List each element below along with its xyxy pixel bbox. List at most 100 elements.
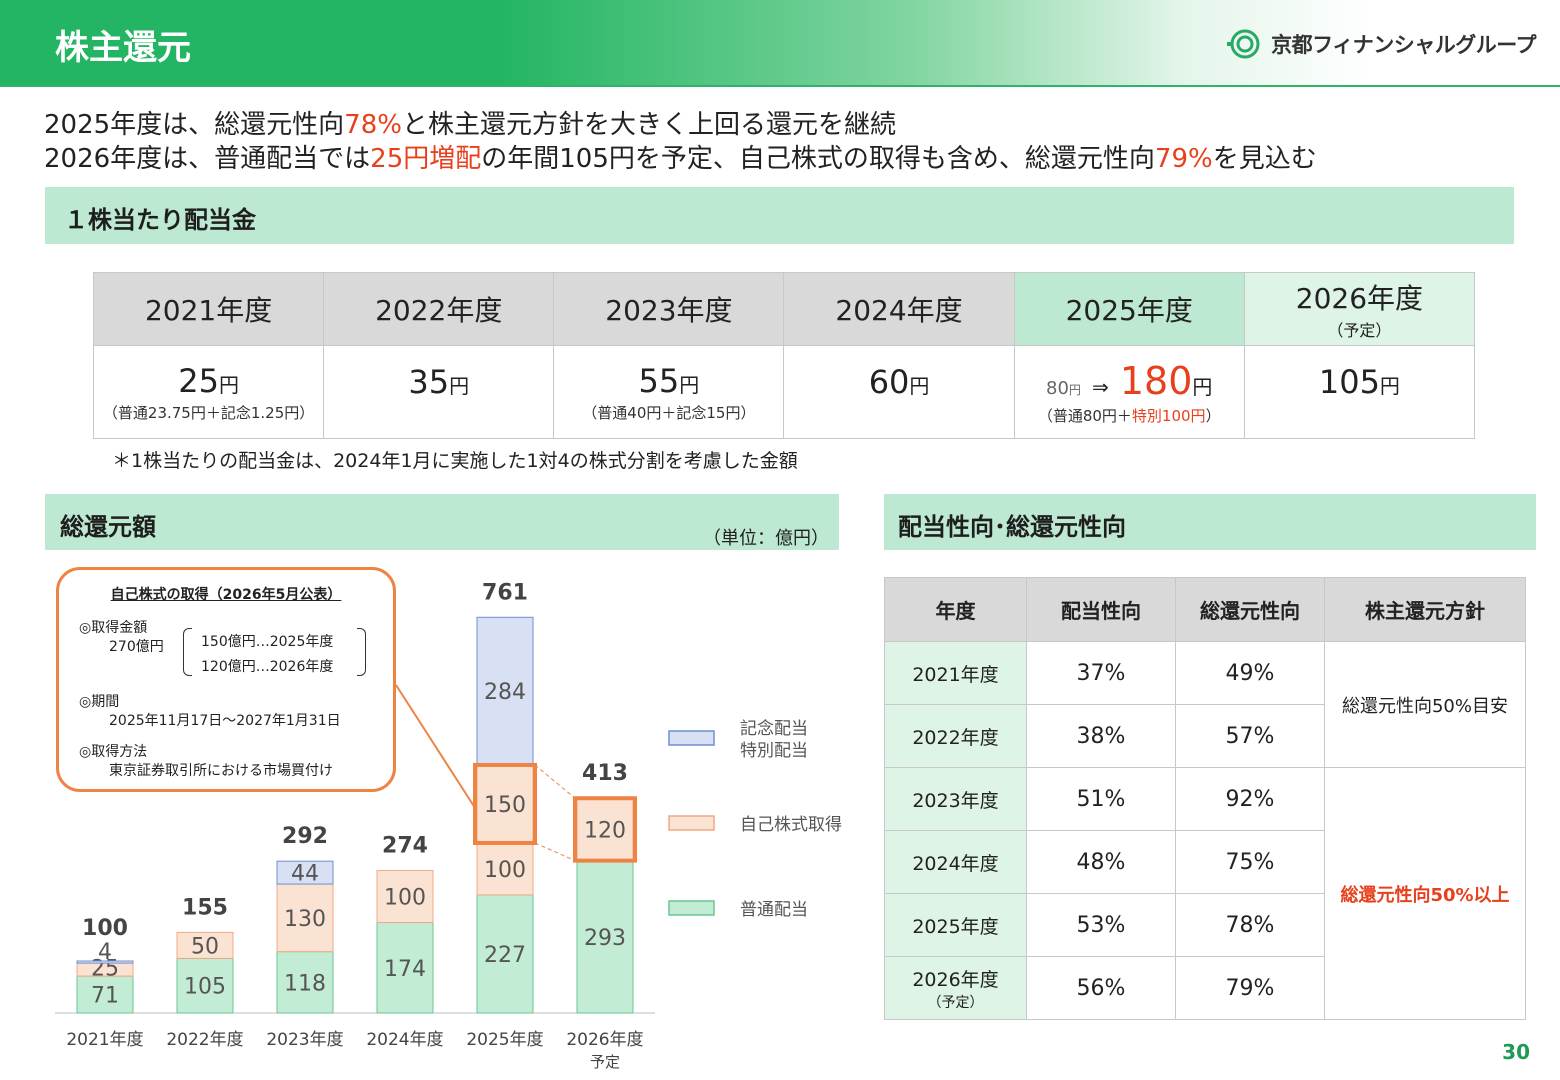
legend-label: 自己株式取得 <box>740 815 842 835</box>
callout-amount-total: 270億円 <box>109 639 164 655</box>
bar-segment-label: 105 <box>184 975 226 1000</box>
lead-line-1: 2025年度は、総還元性向78%と株主還元方針を大きく上回る還元を継続 <box>44 110 896 140</box>
bar-total-label: 761 <box>482 580 528 605</box>
bar-segment-label: 150 <box>484 793 526 818</box>
bar-total-label: 292 <box>282 824 328 849</box>
dividend-cell-2023: 55円 （普通40円＋記念15円） <box>553 345 785 439</box>
callout-amount-label: ◎取得金額 <box>79 620 148 636</box>
ratio-policy-target: 総還元性向50%目安 <box>1324 641 1526 768</box>
category-label: 2023年度 <box>266 1030 343 1050</box>
bar-total-label: 155 <box>182 895 228 920</box>
ratio-header-year: 年度 <box>884 577 1027 642</box>
header-divider <box>0 85 1560 87</box>
table-row: 2021年度 37% 49% 総還元性向50%目安 <box>884 641 1526 768</box>
dividend-cell-2022: 35円 <box>323 345 555 439</box>
bar-segment-label: 100 <box>384 886 426 911</box>
dividend-section-title: １株当たり配当金 <box>64 206 256 234</box>
ratio-total: 75% <box>1175 830 1325 894</box>
bar-segment-label: 71 <box>91 984 119 1009</box>
ratio-year: 2024年度 <box>884 830 1027 894</box>
callout-title: 自己株式の取得（2026年5月公表） <box>110 587 342 603</box>
bar-segment-label: 118 <box>284 971 326 996</box>
page-title: 株主還元 <box>55 28 191 68</box>
total-return-unit: （単位：億円） <box>703 528 829 549</box>
buyback-callout: 自己株式の取得（2026年5月公表） ◎取得金額 270億円 150億円…202… <box>56 567 396 792</box>
callout-bracket-left <box>183 628 192 676</box>
callout-period-value: 2025年11月17日～2027年1月31日 <box>109 713 341 729</box>
ratio-year: 2025年度 <box>884 893 1027 957</box>
ratio-policy-min: 総還元性向50%以上 <box>1324 767 1526 1020</box>
legend-swatch <box>668 815 715 831</box>
dividend-cell-2026: 105円 <box>1243 345 1476 439</box>
bar-segment-label: 50 <box>191 934 219 959</box>
ratio-total: 79% <box>1175 956 1325 1020</box>
legend-label: 記念配当 <box>740 718 808 739</box>
dividend-year-2026: 2026年度 （予定） <box>1243 272 1476 346</box>
dividend-cell-2024: 60円 <box>783 345 1015 439</box>
dashed-connector <box>534 842 576 862</box>
bar-total-label: 100 <box>82 916 128 941</box>
bar-segment-label: 293 <box>584 926 626 951</box>
dashed-connector <box>534 764 576 799</box>
callout-period-label: ◎期間 <box>79 694 120 710</box>
ratio-total: 49% <box>1175 641 1325 705</box>
dividend-table: 2021年度 2022年度 2023年度 2024年度 2025年度 2026年… <box>92 272 1476 439</box>
ratio-payout: 48% <box>1026 830 1176 894</box>
ratio-header-total: 総還元性向 <box>1175 577 1325 642</box>
ratio-year: 2021年度 <box>884 641 1027 705</box>
callout-method-value: 東京証券取引所における市場買付け <box>109 763 333 779</box>
ratio-payout: 37% <box>1026 641 1176 705</box>
page-number: 30 <box>1502 1040 1530 1064</box>
legend-label: 普通配当 <box>740 900 808 920</box>
bar-segment-label: 130 <box>284 907 326 932</box>
legend-swatch <box>668 730 715 746</box>
ratio-payout: 38% <box>1026 704 1176 768</box>
category-label: 2021年度 <box>66 1030 143 1050</box>
ratio-payout: 53% <box>1026 893 1176 957</box>
bar-segment-label: 227 <box>484 943 526 968</box>
ratio-section-title: 配当性向･総還元性向 <box>898 513 1126 541</box>
category-sublabel: 予定 <box>590 1053 620 1071</box>
total-return-section-title: 総還元額 <box>60 513 156 541</box>
bar-segment-label: 284 <box>484 680 526 705</box>
dividend-year-2024: 2024年度 <box>783 272 1015 346</box>
dividend-footnote: ＊1株当たりの配当金は、2024年1月に実施した1対4の株式分割を考慮した金額 <box>112 450 798 472</box>
dividend-year-2025: 2025年度 <box>1013 272 1245 346</box>
ratio-year: 2022年度 <box>884 704 1027 768</box>
callout-pointer <box>395 684 476 809</box>
dividend-cell-2025: 80円 ⇒ 180円 （普通80円＋特別100円） <box>1013 345 1245 439</box>
dividend-year-2023: 2023年度 <box>553 272 785 346</box>
bar-segment-label: 174 <box>384 957 426 982</box>
dividend-cell-2021: 25円 （普通23.75円＋記念1.25円） <box>92 345 325 439</box>
bar-total-label: 274 <box>382 834 428 859</box>
logo-mark-icon <box>1227 29 1260 59</box>
bar-segment-label: 4 <box>98 940 112 965</box>
company-logo: 京都フィナンシャルグループ <box>1227 28 1536 60</box>
ratio-total: 57% <box>1175 704 1325 768</box>
ratio-header-payout: 配当性向 <box>1026 577 1176 642</box>
table-row: 2023年度 51% 92% 総還元性向50%以上 <box>884 767 1526 1020</box>
callout-amount-line-2: 120億円…2026年度 <box>201 659 334 675</box>
dividend-year-2022: 2022年度 <box>323 272 555 346</box>
dividend-section-header <box>45 187 1514 244</box>
bar-segment-label: 100 <box>484 858 526 883</box>
ratio-payout: 51% <box>1026 767 1176 831</box>
callout-bracket-right <box>357 628 366 676</box>
ratio-table: 年度 配当性向 総還元性向 株主還元方針 2021年度 37% 49% 総還元性… <box>884 577 1526 1020</box>
ratio-payout: 56% <box>1026 956 1176 1020</box>
bar-segment-label: 44 <box>291 862 319 887</box>
ratio-year: 2026年度 （予定） <box>884 956 1027 1020</box>
logo-text: 京都フィナンシャルグループ <box>1271 33 1536 57</box>
category-label: 2022年度 <box>166 1030 243 1050</box>
callout-amount-line-1: 150億円…2025年度 <box>201 634 334 650</box>
legend-label: 特別配当 <box>740 741 808 761</box>
category-label: 2024年度 <box>366 1030 443 1050</box>
category-label: 2025年度 <box>466 1030 543 1050</box>
ratio-total: 92% <box>1175 767 1325 831</box>
dividend-year-2021: 2021年度 <box>92 272 325 346</box>
bar-segment-label: 120 <box>584 818 626 843</box>
category-label: 2026年度 <box>566 1030 643 1050</box>
bar-total-label: 413 <box>582 761 628 786</box>
legend-swatch <box>668 900 715 916</box>
callout-method-label: ◎取得方法 <box>79 744 148 760</box>
